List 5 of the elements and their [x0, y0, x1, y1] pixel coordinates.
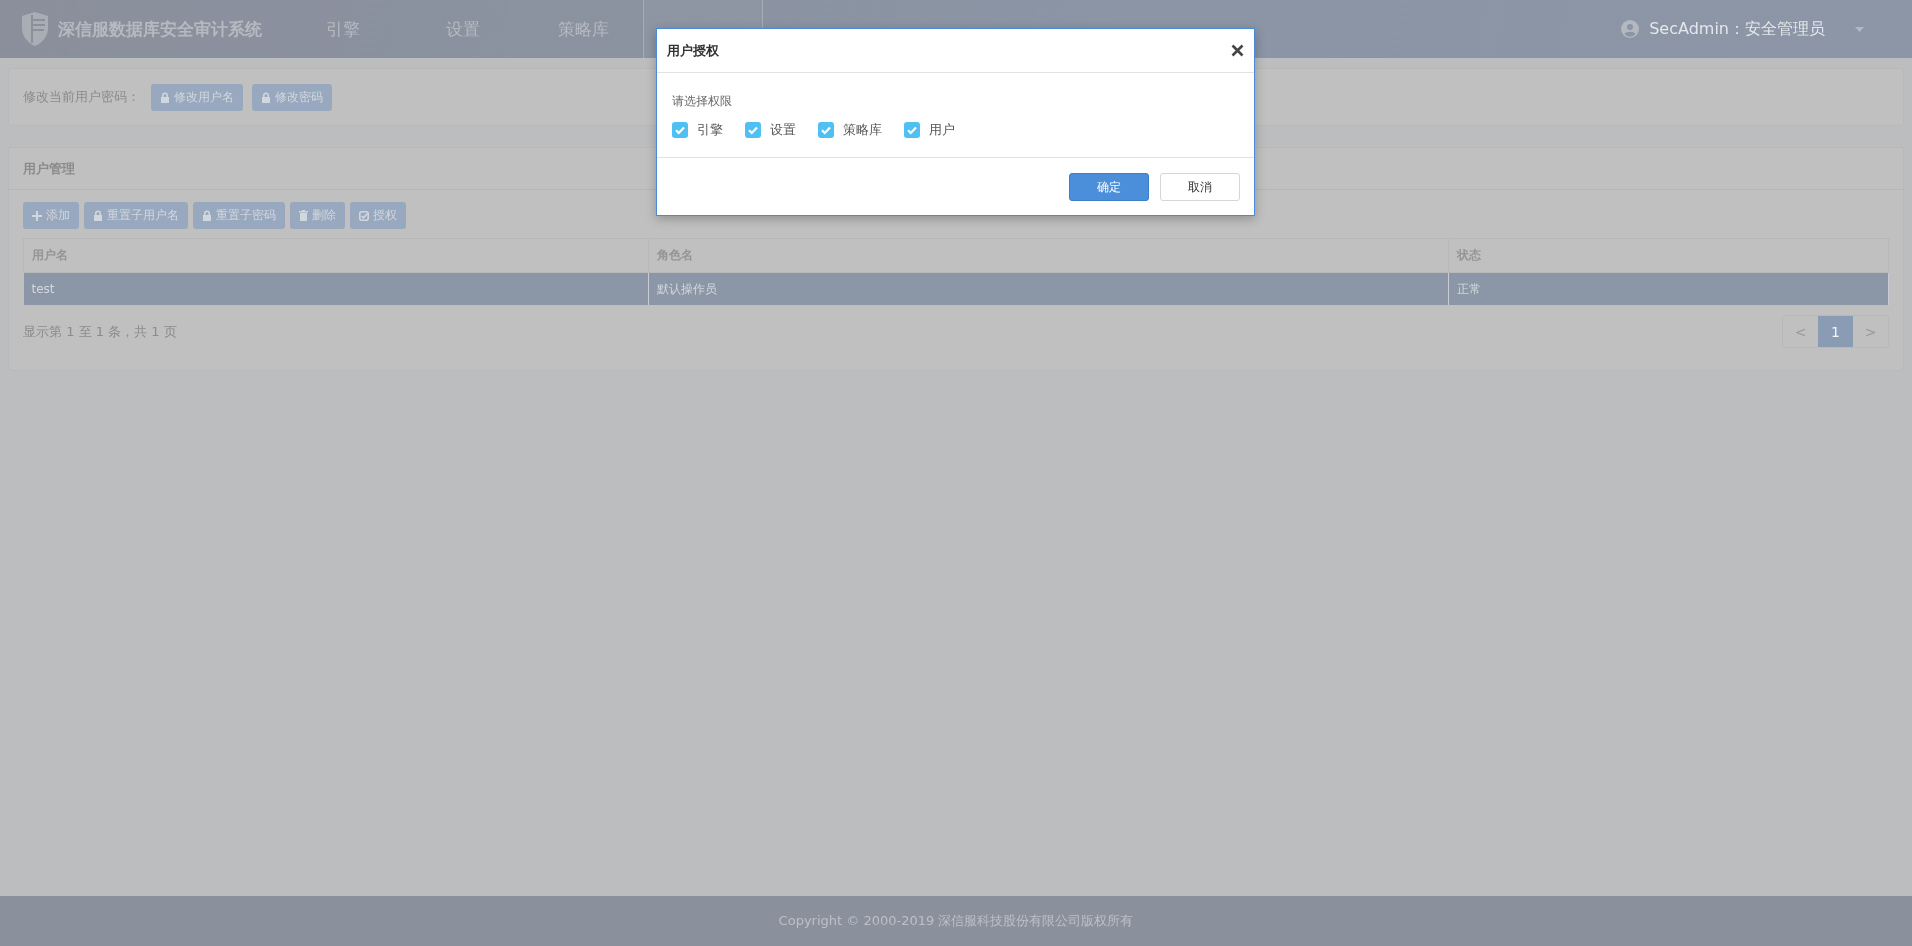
table-cell: 正常	[1448, 272, 1889, 305]
table-cell: 默认操作员	[648, 272, 1449, 305]
dialog-title: 用户授权	[667, 41, 719, 60]
table-cell: test	[23, 272, 649, 305]
permission-prompt: 请选择权限	[672, 93, 733, 110]
